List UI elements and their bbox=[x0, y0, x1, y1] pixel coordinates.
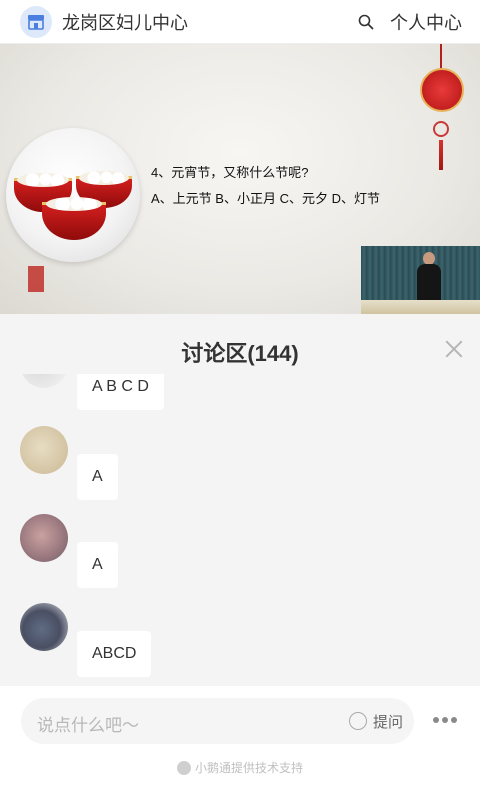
question-options: A、上元节 B、小正月 C、元夕 D、灯节 bbox=[151, 191, 380, 206]
message-bubble: ABCD bbox=[77, 631, 152, 677]
tangyuan-plate-image bbox=[6, 128, 140, 262]
search-icon[interactable] bbox=[358, 14, 374, 30]
xiaoetong-logo-icon bbox=[176, 760, 191, 775]
close-icon[interactable] bbox=[443, 338, 465, 360]
message-bubble: A bbox=[77, 454, 118, 500]
top-bar: 龙岗区妇儿中心 个人中心 bbox=[0, 0, 480, 44]
knot-tassel bbox=[439, 140, 443, 170]
message-bubble: A bbox=[77, 542, 118, 588]
ask-question-label[interactable]: 提问 bbox=[373, 711, 403, 732]
avatar[interactable] bbox=[20, 374, 68, 388]
comment-placeholder: 说点什么吧～ bbox=[37, 716, 139, 736]
ask-question-checkbox[interactable] bbox=[349, 712, 367, 730]
presenter-video-thumbnail[interactable] bbox=[361, 246, 480, 314]
comment-input[interactable]: 说点什么吧～ 提问 bbox=[21, 698, 414, 744]
page-title: 龙岗区妇儿中心 bbox=[62, 12, 188, 34]
discussion-panel: 讨论区(144) A B C D A A ABCD bbox=[0, 314, 480, 686]
question-text: 4、元宵节，又称什么节呢? bbox=[151, 165, 309, 180]
avatar[interactable] bbox=[20, 514, 68, 562]
red-seal-stamp bbox=[28, 266, 44, 292]
avatar[interactable] bbox=[20, 603, 68, 651]
chinese-knot-ornament bbox=[420, 68, 464, 112]
avatar[interactable] bbox=[20, 426, 68, 474]
personal-center-link[interactable]: 个人中心 bbox=[390, 9, 462, 35]
live-video-player[interactable]: 4、元宵节，又称什么节呢? A、上元节 B、小正月 C、元夕 D、灯节 bbox=[0, 44, 480, 314]
store-icon[interactable] bbox=[20, 5, 52, 38]
more-options-icon[interactable] bbox=[433, 717, 457, 725]
presenter bbox=[417, 252, 441, 302]
quiz-question: 4、元宵节，又称什么节呢? A、上元节 B、小正月 C、元夕 D、灯节 bbox=[151, 160, 380, 212]
discussion-title: 讨论区(144) bbox=[181, 341, 299, 366]
powered-by-text: 小鹅通提供技术支持 bbox=[194, 761, 303, 775]
chinese-knot-small bbox=[433, 121, 449, 137]
message-bubble: A B C D bbox=[77, 374, 164, 410]
powered-by: 小鹅通提供技术支持 bbox=[0, 759, 480, 776]
presenter-table bbox=[361, 300, 480, 314]
message-list[interactable]: A B C D A A ABCD bbox=[0, 374, 480, 686]
comment-bar: 说点什么吧～ 提问 小鹅通提供技术支持 bbox=[0, 686, 480, 787]
knot-string bbox=[440, 44, 442, 70]
